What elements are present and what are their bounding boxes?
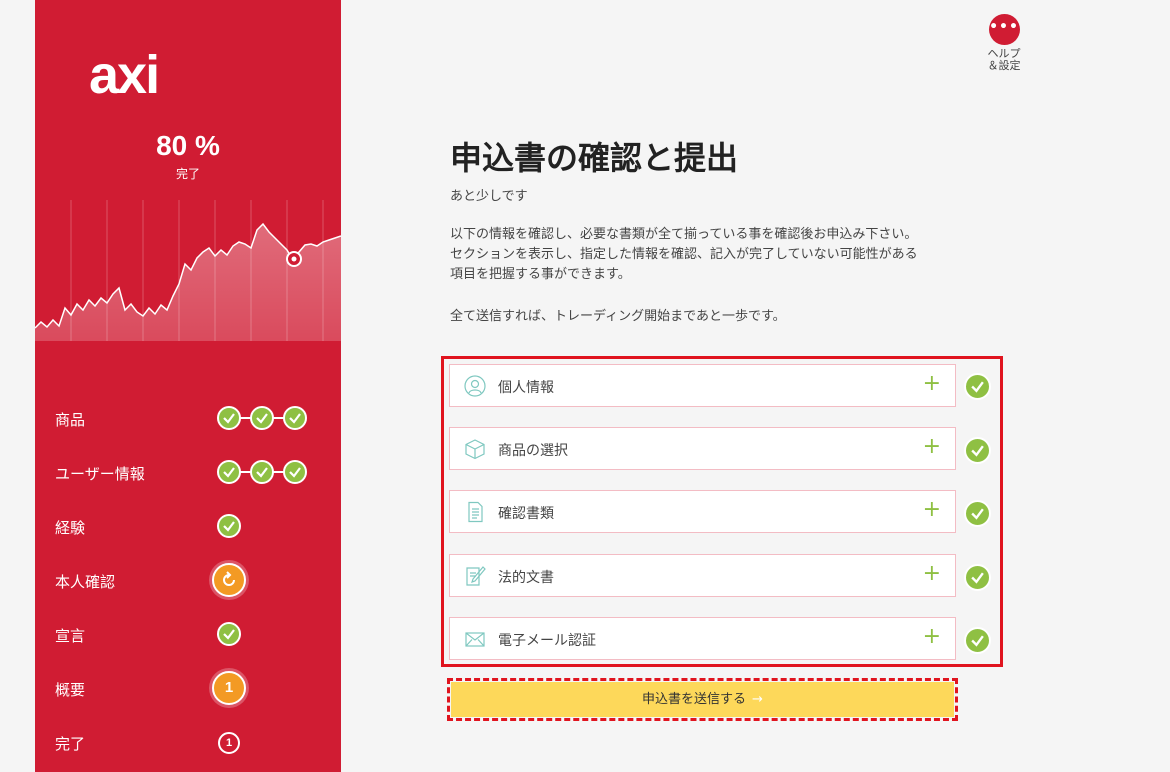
section-label: 確認書類 bbox=[498, 506, 554, 522]
check-icon bbox=[217, 622, 241, 646]
envelope-icon bbox=[465, 632, 485, 647]
expand-plus-icon[interactable]: + bbox=[923, 497, 941, 523]
box-icon bbox=[465, 439, 485, 460]
description-line: 項目を把握する事ができます。 bbox=[450, 267, 631, 282]
section-legal-documents[interactable]: 法的文書 + bbox=[449, 554, 956, 597]
arrow-right-icon: → bbox=[752, 692, 763, 707]
refresh-icon bbox=[212, 563, 246, 597]
step-user-info[interactable]: ユーザー情報 bbox=[55, 457, 335, 487]
check-icon bbox=[250, 406, 274, 430]
expand-plus-icon[interactable]: + bbox=[923, 371, 941, 397]
description-line: セクションを表示し、指定した情報を確認、記入が完了していない可能性がある bbox=[450, 247, 918, 262]
step-label: 商品 bbox=[55, 411, 86, 429]
check-icon bbox=[217, 460, 241, 484]
step-complete[interactable]: 完了 1 bbox=[55, 727, 335, 757]
check-icon bbox=[964, 627, 991, 654]
progress-label: 完了 bbox=[175, 167, 200, 181]
check-icon bbox=[964, 564, 991, 591]
check-icon bbox=[250, 460, 274, 484]
check-icon bbox=[964, 373, 991, 400]
pen-document-icon bbox=[466, 566, 486, 586]
section-label: 個人情報 bbox=[498, 380, 554, 396]
help-settings[interactable]: ••• ヘルプ ＆設定 bbox=[984, 14, 1024, 72]
step-label: 本人確認 bbox=[55, 573, 116, 591]
section-label: 法的文書 bbox=[498, 570, 554, 586]
progress-percent: 80 % bbox=[156, 130, 220, 161]
step-label: 完了 bbox=[55, 735, 86, 753]
check-icon bbox=[283, 460, 307, 484]
more-icon[interactable]: ••• bbox=[988, 14, 1020, 45]
submit-label: 申込書を送信する bbox=[642, 692, 747, 707]
step-product[interactable]: 商品 bbox=[55, 403, 335, 433]
step-label: 宣言 bbox=[55, 627, 86, 645]
section-label: 電子メール認証 bbox=[498, 633, 596, 649]
step-declaration[interactable]: 宣言 bbox=[55, 619, 335, 649]
step-experience[interactable]: 経験 bbox=[55, 511, 335, 541]
check-icon bbox=[964, 500, 991, 527]
page-description-2: 全て送信すれば、トレーディング開始まであと一歩です。 bbox=[450, 309, 786, 324]
chart-area bbox=[35, 224, 341, 345]
check-icon bbox=[964, 437, 991, 464]
section-label: 商品の選択 bbox=[498, 443, 568, 459]
step-summary[interactable]: 概要 1 bbox=[55, 671, 335, 705]
check-icon bbox=[217, 406, 241, 430]
check-icon bbox=[283, 406, 307, 430]
step-label: 概要 bbox=[55, 681, 86, 699]
description-line: 以下の情報を確認し、必要な書類が全て揃っている事を確認後お申込み下さい。 bbox=[450, 227, 918, 242]
section-verification-documents[interactable]: 確認書類 + bbox=[449, 490, 956, 533]
step-number-badge: 1 bbox=[218, 732, 240, 754]
step-identity[interactable]: 本人確認 bbox=[55, 563, 335, 597]
page-title: 申込書の確認と提出 bbox=[450, 139, 739, 177]
section-product-selection[interactable]: 商品の選択 + bbox=[449, 427, 956, 470]
decorative-chart bbox=[35, 200, 341, 345]
check-icon bbox=[217, 514, 241, 538]
expand-plus-icon[interactable]: + bbox=[923, 561, 941, 587]
user-icon bbox=[464, 375, 486, 397]
axi-logo: axi bbox=[89, 45, 160, 105]
expand-plus-icon[interactable]: + bbox=[923, 624, 941, 650]
submit-application-button[interactable]: 申込書を送信する → bbox=[451, 682, 954, 717]
help-label-line2: ＆設定 bbox=[987, 59, 1021, 72]
sidebar: axi 80 % 完了 商品 ユーザー情報 経験 本人確認 宣言 概要 1 完了… bbox=[35, 0, 341, 772]
page-description: 以下の情報を確認し、必要な書類が全て揃っている事を確認後お申込み下さい。 セクシ… bbox=[450, 225, 918, 285]
step-number-badge: 1 bbox=[212, 671, 246, 705]
step-label: ユーザー情報 bbox=[55, 465, 145, 483]
section-email-verification[interactable]: 電子メール認証 + bbox=[449, 617, 956, 660]
page-subtitle: あと少しです bbox=[450, 189, 528, 204]
document-icon bbox=[468, 501, 483, 523]
section-personal-info[interactable]: 個人情報 + bbox=[449, 364, 956, 407]
step-label: 経験 bbox=[55, 519, 86, 537]
expand-plus-icon[interactable]: + bbox=[923, 434, 941, 460]
